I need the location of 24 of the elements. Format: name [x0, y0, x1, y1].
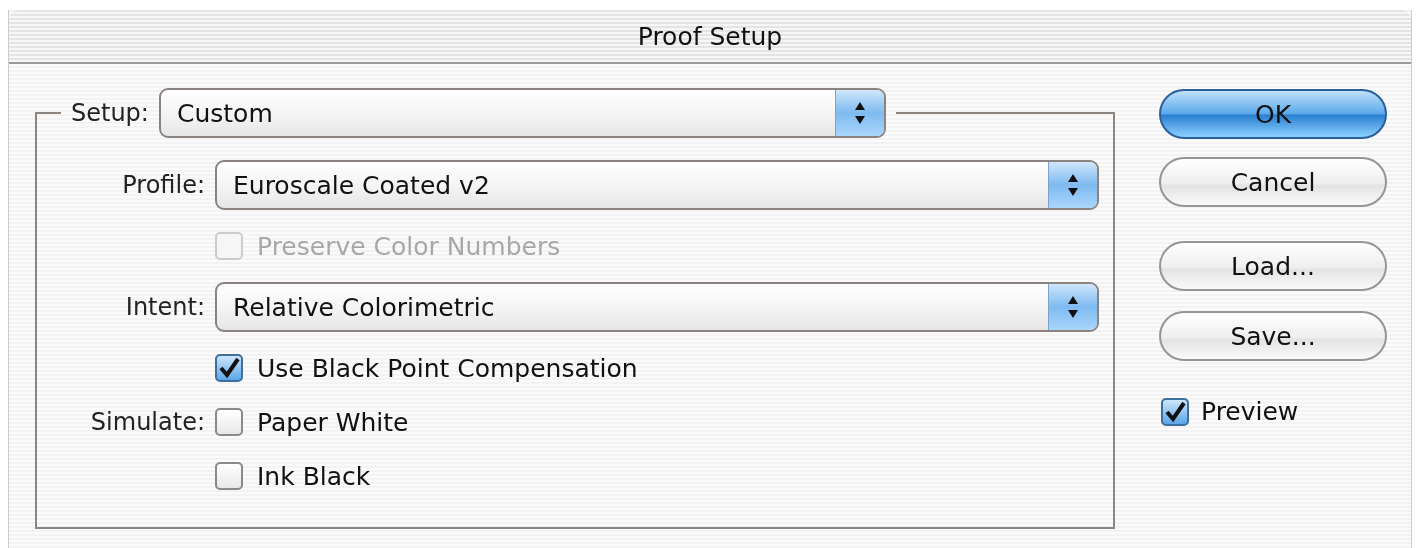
field-label: Profile:: [121, 171, 205, 199]
field-label: Simulate:: [89, 408, 205, 436]
dropdown[interactable]: Custom: [158, 88, 886, 138]
dropdown[interactable]: Euroscale Coated v2: [215, 160, 1099, 210]
checkbox-label: Preview: [1201, 397, 1299, 426]
up-down-arrows-icon: [852, 100, 867, 126]
checkbox-label: Preserve Color Numbers: [257, 231, 561, 261]
window-title: Proof Setup: [637, 21, 783, 51]
dropdown[interactable]: Relative Colorimetric: [215, 282, 1099, 332]
checkbox-label: Use Black Point Compensation: [257, 353, 638, 383]
checkbox[interactable]: [215, 354, 243, 382]
checkbox[interactable]: [215, 408, 243, 436]
up-down-arrows-icon: [1066, 172, 1080, 198]
field-label: Setup:: [71, 99, 149, 127]
checkbox-label: Ink Black: [257, 461, 371, 491]
dialog-button[interactable]: OK: [1159, 89, 1387, 139]
field-label: Intent:: [124, 293, 205, 321]
dialog-button[interactable]: Load...: [1159, 241, 1387, 291]
up-down-arrows-icon: [1066, 294, 1080, 320]
checkbox[interactable]: [215, 462, 243, 490]
checkbox-label: Paper White: [257, 407, 409, 437]
checkbox[interactable]: [1161, 397, 1189, 426]
dialog-button[interactable]: Save...: [1159, 311, 1387, 361]
dialog-button[interactable]: Cancel: [1159, 157, 1387, 207]
